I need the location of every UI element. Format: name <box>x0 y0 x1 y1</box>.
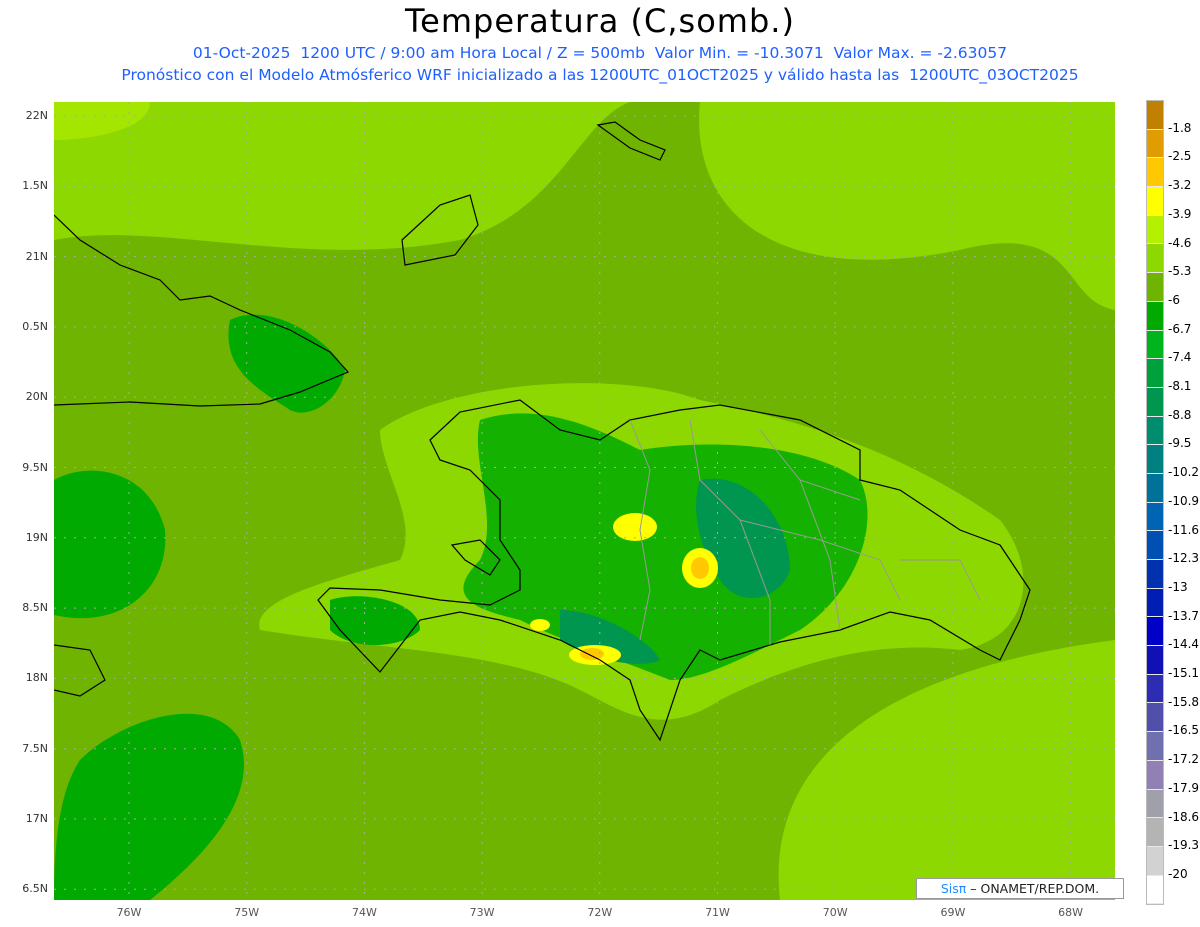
colorbar-label: -6 <box>1168 292 1180 307</box>
colorbar-label: -15.8 <box>1168 694 1200 709</box>
warm-spot-2-core <box>691 557 709 579</box>
colorbar-label: -1.8 <box>1168 120 1192 135</box>
lat-label: 22N <box>25 109 48 122</box>
colorbar-band <box>1147 387 1163 417</box>
lat-label: 17N <box>25 812 48 825</box>
lon-label: 68W <box>1058 906 1084 919</box>
colorbar-band <box>1147 101 1163 130</box>
colorbar-label: -12.3 <box>1168 551 1200 566</box>
colorbar-band <box>1147 330 1163 360</box>
warm-spot-3-core <box>580 648 604 660</box>
lon-label: 70W <box>822 906 848 919</box>
colorbar-band <box>1147 760 1163 790</box>
colorbar-label: -13 <box>1168 579 1188 594</box>
colorbar-band <box>1147 703 1163 733</box>
colorbar-band <box>1147 301 1163 331</box>
map-title: Temperatura (C,somb.) <box>405 2 795 40</box>
colorbar-band <box>1147 646 1163 675</box>
colorbar-label: -17.9 <box>1168 780 1200 795</box>
lat-label: 0.5N <box>22 319 48 333</box>
colorbar-label: -7.4 <box>1168 350 1192 365</box>
colorbar-band <box>1147 416 1163 446</box>
colorbar-band <box>1147 560 1163 589</box>
lon-label: 75W <box>234 906 260 919</box>
lat-label: 9.5N <box>22 460 48 474</box>
colorbar-label: -10.2 <box>1168 465 1200 480</box>
colorbar-band <box>1147 215 1163 245</box>
colorbar-label: -5.3 <box>1168 264 1192 279</box>
lat-label: 19N <box>25 530 48 544</box>
forecast-info-line: 01-Oct-2025 1200 UTC / 9:00 am Hora Loca… <box>192 44 1008 62</box>
colorbar-label: -11.6 <box>1168 522 1200 537</box>
lat-label: 20N <box>25 390 48 404</box>
colorbar-band <box>1147 531 1163 560</box>
colorbar-label: -3.9 <box>1168 206 1192 221</box>
lat-label: 7.5N <box>22 741 48 755</box>
colorbar-band <box>1147 129 1163 159</box>
lat-label: 8.5N <box>22 601 48 615</box>
colorbar-band <box>1147 187 1163 216</box>
colorbar-label: -8.1 <box>1168 379 1192 393</box>
colorbar-band <box>1147 617 1163 647</box>
colorbar-band <box>1147 818 1163 847</box>
colorbar-label: -18.6 <box>1168 809 1200 824</box>
sispi-brand: Sisπ <box>940 881 967 896</box>
colorbar-label: -4.6 <box>1168 235 1192 250</box>
colorbar-label: -19.3 <box>1168 838 1200 853</box>
warm-spot-4 <box>530 619 550 631</box>
colorbar-band <box>1147 502 1163 532</box>
warm-spot-1 <box>613 513 657 541</box>
colorbar-band <box>1147 359 1163 388</box>
colorbar-label: -6.7 <box>1168 321 1192 336</box>
colorbar-band <box>1147 473 1163 503</box>
lat-label: 6.5N <box>22 882 48 896</box>
colorbar-label: -17.2 <box>1168 752 1200 767</box>
lon-label: 76W <box>116 906 142 919</box>
colorbar <box>1146 100 1164 906</box>
colorbar-band <box>1147 445 1163 474</box>
lon-label: 72W <box>587 906 613 919</box>
model-info-line: Pronóstico con el Modelo Atmósferico WRF… <box>121 66 1079 84</box>
colorbar-label: -13.7 <box>1168 608 1200 623</box>
colorbar-label: -10.9 <box>1168 493 1200 508</box>
lat-label: 18N <box>25 671 48 685</box>
colorbar-label: -9.5 <box>1168 436 1192 451</box>
lat-label: 21N <box>25 249 48 263</box>
colorbar-band <box>1147 875 1163 905</box>
colorbar-band <box>1147 244 1163 274</box>
credit-box: Sisπ – ONAMET/REP.DOM. <box>916 878 1124 899</box>
colorbar-label: -3.2 <box>1168 178 1192 193</box>
colorbar-label: -8.8 <box>1168 407 1192 422</box>
lon-label: 71W <box>705 906 730 919</box>
colorbar-label: -16.5 <box>1168 723 1200 738</box>
lon-label: 74W <box>351 906 377 919</box>
lon-label: 69W <box>940 906 966 919</box>
colorbar-band <box>1147 273 1163 302</box>
colorbar-label: -14.4 <box>1168 637 1200 652</box>
temperature-map <box>54 102 1115 900</box>
colorbar-band <box>1147 732 1163 761</box>
colorbar-band <box>1147 789 1163 819</box>
colorbar-band <box>1147 674 1163 704</box>
lat-label: 1.5N <box>22 179 48 193</box>
colorbar-band <box>1147 846 1163 876</box>
colorbar-band <box>1147 588 1163 618</box>
colorbar-label: -15.1 <box>1168 666 1200 680</box>
lon-label: 73W <box>469 906 495 919</box>
credit-text: – ONAMET/REP.DOM. <box>966 881 1100 896</box>
colorbar-band <box>1147 158 1163 188</box>
colorbar-label: -2.5 <box>1168 149 1192 164</box>
colorbar-label: -20 <box>1168 866 1188 881</box>
